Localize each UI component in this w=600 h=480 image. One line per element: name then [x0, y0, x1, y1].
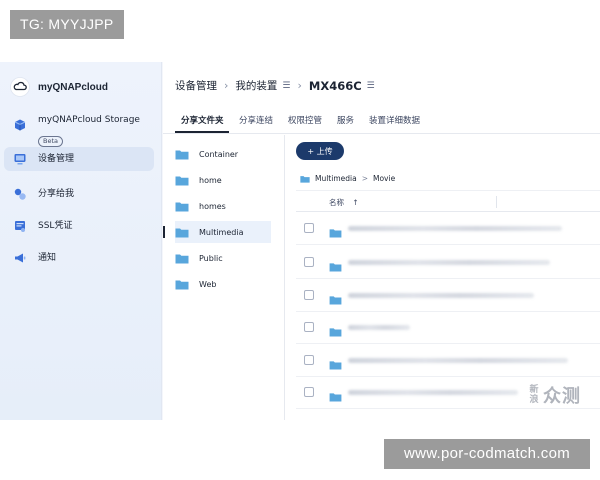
sidebar: myQNAPcloud myQNAPcloud Storage Beta 设备管…: [0, 62, 162, 420]
app-window: myQNAPcloud myQNAPcloud Storage Beta 设备管…: [0, 62, 600, 420]
folder-item-homes[interactable]: homes: [175, 195, 271, 217]
folder-label: Multimedia: [199, 227, 244, 237]
tab-permissions[interactable]: 权限控管: [288, 114, 322, 126]
file-path: Multimedia > Movie: [300, 174, 395, 183]
folder-item-web[interactable]: Web: [175, 273, 271, 295]
breadcrumb: 设备管理 › 我的装置 ☰ › MX466C ☰: [175, 78, 375, 93]
folder-list: Container home homes Multimedia Public W…: [163, 135, 285, 420]
sidebar-item-notifications[interactable]: 通知: [4, 246, 154, 270]
storage-icon: [12, 117, 28, 133]
folder-item-multimedia[interactable]: Multimedia: [163, 221, 271, 243]
site-watermark: 新 浪 众测: [528, 382, 581, 408]
blurred-filename: [348, 293, 534, 298]
folder-icon: [300, 175, 310, 183]
file-row[interactable]: [296, 212, 600, 245]
main-panel: 设备管理 › 我的装置 ☰ › MX466C ☰ 分享文件夹 分享连结 权限控管…: [163, 62, 600, 420]
menu-icon[interactable]: ☰: [282, 81, 290, 91]
tab-shared-folders[interactable]: 分享文件夹: [181, 114, 224, 126]
folder-icon: [175, 202, 189, 211]
row-checkbox[interactable]: [304, 290, 314, 300]
folder-icon: [329, 387, 342, 406]
folder-label: homes: [199, 201, 226, 211]
row-checkbox[interactable]: [304, 322, 314, 332]
brand[interactable]: myQNAPcloud: [10, 76, 108, 98]
column-name-header[interactable]: 名称 ↑: [329, 197, 359, 208]
path-current: Movie: [373, 174, 396, 183]
share-icon: [12, 186, 28, 202]
folder-icon: [329, 355, 342, 374]
file-row[interactable]: [296, 279, 600, 312]
site-watermark-stack: 新 浪: [529, 385, 539, 405]
sidebar-item-storage[interactable]: myQNAPcloud Storage Beta: [4, 112, 154, 147]
row-checkbox[interactable]: [304, 257, 314, 267]
column-divider[interactable]: [496, 196, 497, 208]
menu-icon[interactable]: ☰: [367, 81, 375, 91]
tag-watermark: TG: MYYJJPP: [10, 10, 124, 39]
folder-label: Container: [199, 149, 239, 159]
breadcrumb-device-name: MX466C: [308, 78, 362, 93]
file-row[interactable]: [296, 311, 600, 344]
tab-services[interactable]: 服务: [337, 114, 354, 126]
sidebar-item-notify-label: 通知: [38, 253, 57, 263]
folder-item-public[interactable]: Public: [175, 247, 271, 269]
cloud-logo-icon: [10, 77, 30, 97]
breadcrumb-device-management[interactable]: 设备管理: [175, 78, 217, 93]
tab-bar: 分享文件夹 分享连结 权限控管 服务 装置详细数据: [163, 106, 600, 134]
sidebar-item-device-label: 设备管理: [38, 154, 75, 164]
row-checkbox[interactable]: [304, 355, 314, 365]
sidebar-item-device-management[interactable]: 设备管理: [4, 147, 154, 171]
folder-icon: [175, 228, 189, 237]
row-checkbox[interactable]: [304, 223, 314, 233]
blurred-filename: [348, 260, 550, 265]
row-checkbox[interactable]: [304, 387, 314, 397]
upload-button[interactable]: + 上传: [296, 142, 344, 160]
chevron-right-icon: ›: [224, 79, 229, 92]
chevron-right-icon: >: [361, 174, 368, 183]
folder-label: home: [199, 175, 222, 185]
folder-icon: [329, 322, 342, 341]
sort-arrow-icon: ↑: [352, 198, 359, 207]
folder-icon: [175, 280, 189, 289]
ssl-icon: [12, 218, 28, 234]
sidebar-item-storage-label: myQNAPcloud Storage: [38, 115, 140, 125]
file-row[interactable]: [296, 246, 600, 279]
file-list-header: 名称 ↑: [296, 190, 600, 212]
megaphone-icon: [12, 250, 28, 266]
device-icon: [12, 151, 28, 167]
sidebar-item-ssl[interactable]: SSL凭证: [4, 214, 154, 238]
breadcrumb-my-devices[interactable]: 我的装置: [235, 78, 277, 93]
file-row[interactable]: [296, 344, 600, 377]
blurred-filename: [348, 226, 562, 231]
blurred-filename: [348, 325, 410, 330]
column-name-label: 名称: [329, 198, 344, 207]
folder-item-container[interactable]: Container: [175, 143, 271, 165]
folder-icon: [175, 150, 189, 159]
folder-item-home[interactable]: home: [175, 169, 271, 191]
url-watermark: www.por-codmatch.com: [384, 439, 590, 469]
tab-share-links[interactable]: 分享连结: [239, 114, 273, 126]
active-tab-indicator: [175, 131, 229, 133]
folder-label: Web: [199, 279, 217, 289]
folder-label: Public: [199, 253, 223, 263]
folder-icon: [329, 257, 342, 276]
beta-badge: Beta: [38, 136, 63, 147]
blurred-filename: [348, 358, 568, 363]
blurred-filename: [348, 390, 518, 395]
path-parent[interactable]: Multimedia: [315, 174, 357, 183]
site-watermark-text: 众测: [543, 386, 581, 407]
folder-icon: [175, 254, 189, 263]
tab-device-details[interactable]: 装置详细数据: [369, 114, 420, 126]
sidebar-item-shared-with-me[interactable]: 分享给我: [4, 182, 154, 206]
sidebar-item-shared-label: 分享给我: [38, 189, 75, 199]
sidebar-item-ssl-label: SSL凭证: [38, 221, 73, 231]
folder-icon: [175, 176, 189, 185]
folder-icon: [329, 290, 342, 309]
folder-icon: [329, 223, 342, 242]
brand-name: myQNAPcloud: [38, 81, 109, 93]
chevron-right-icon: ›: [297, 79, 302, 92]
